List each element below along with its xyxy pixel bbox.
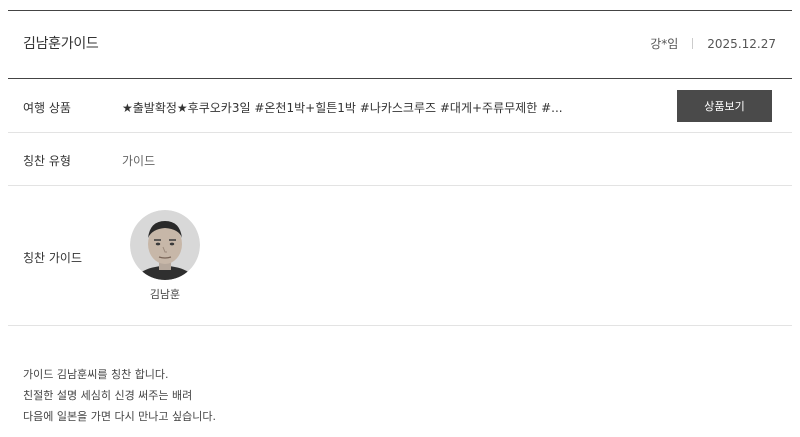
praise-type-value: 가이드 (122, 154, 156, 168)
review-header: 김남훈가이드 강*임 2025.12.27 (8, 10, 792, 79)
product-label: 여행 상품 (23, 101, 71, 115)
author-name: 강*임 (650, 37, 679, 51)
review-title: 김남훈가이드 (23, 36, 99, 52)
review-content-line: 친절한 설명 세심히 신경 써주는 배려 (23, 389, 193, 402)
product-row: 여행 상품 ★출발확정★후쿠오카3일 #온천1박+힐튼1박 #나카스크루즈 #대… (8, 80, 792, 133)
praise-guide-label: 칭찬 가이드 (23, 251, 83, 265)
view-product-button[interactable]: 상품보기 (677, 90, 772, 122)
review-content: 가이드 김남훈씨를 칭찬 합니다. 친절한 설명 세심히 신경 써주는 배려 다… (23, 364, 216, 427)
review-content-line: 가이드 김남훈씨를 칭찬 합니다. (23, 368, 169, 381)
review-meta: 강*임 2025.12.27 (650, 35, 776, 52)
review-detail-page: 김남훈가이드 강*임 2025.12.27 여행 상품 ★출발확정★후쿠오카3일… (0, 0, 800, 437)
praise-type-row: 칭찬 유형 가이드 (8, 133, 792, 186)
product-name: ★출발확정★후쿠오카3일 #온천1박+힐튼1박 #나카스크루즈 #대게+주류무제… (122, 101, 563, 115)
guide-avatar (130, 210, 200, 280)
review-content-line: 다음에 일본을 가면 다시 만나고 싶습니다. (23, 410, 217, 423)
review-date: 2025.12.27 (707, 36, 776, 51)
guide-card: 김남훈 (130, 210, 200, 302)
meta-divider (692, 38, 694, 49)
praise-type-label: 칭찬 유형 (23, 154, 71, 168)
guide-name: 김남훈 (149, 288, 181, 301)
praise-guide-row: 칭찬 가이드 김남훈 (8, 186, 792, 326)
